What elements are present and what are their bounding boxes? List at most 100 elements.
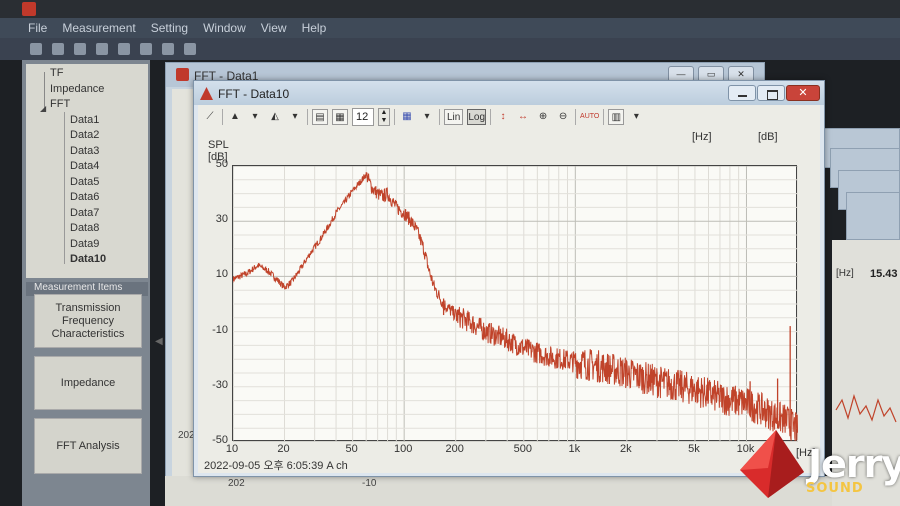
splitter-arrow-icon[interactable]: ◀ bbox=[155, 336, 163, 347]
bottom-background-strip bbox=[165, 476, 832, 506]
bottom-label-fragment: 202 bbox=[228, 478, 245, 489]
main-toolbar bbox=[0, 38, 900, 60]
y-tick-label: 30 bbox=[215, 213, 228, 226]
grid-icon[interactable]: ▦ bbox=[399, 109, 415, 125]
font-size-spinner[interactable]: ▲ ▼ bbox=[378, 108, 390, 126]
new-icon[interactable] bbox=[30, 43, 42, 55]
logo-name: Jerry bbox=[808, 442, 900, 486]
tree-item-data8[interactable]: Data8 bbox=[26, 221, 148, 237]
auto-scale-button[interactable]: AUTO bbox=[580, 109, 599, 125]
marker-icon[interactable]: ◭ bbox=[267, 109, 283, 125]
copy-icon[interactable] bbox=[118, 43, 130, 55]
fft-window-icon bbox=[200, 87, 213, 100]
bottom-tick-fragment: -10 bbox=[362, 478, 377, 489]
x-tick-label: 500 bbox=[513, 443, 532, 455]
fft-spectrum-chart bbox=[233, 166, 798, 442]
cursor-icon[interactable]: ⟋ bbox=[202, 109, 218, 125]
toolbar-separator bbox=[439, 109, 440, 125]
window-data1-icon bbox=[176, 68, 189, 81]
log-scale-button[interactable]: Log bbox=[467, 109, 487, 125]
tree-item-data4[interactable]: Data4 bbox=[26, 159, 148, 175]
tree-item-data7[interactable]: Data7 bbox=[26, 206, 148, 222]
peak-icon[interactable]: ▲ bbox=[227, 109, 243, 125]
impedance-button[interactable]: Impedance bbox=[34, 356, 142, 410]
plot-area[interactable] bbox=[232, 165, 798, 442]
print-icon[interactable] bbox=[140, 43, 152, 55]
x-tick-label: 50 bbox=[345, 443, 358, 455]
y-tick-label: -30 bbox=[212, 378, 228, 391]
tree-item-data2[interactable]: Data2 bbox=[26, 128, 148, 144]
menubar: File Measurement Setting Window View Hel… bbox=[0, 18, 900, 38]
menu-file[interactable]: File bbox=[28, 21, 47, 35]
properties-icon[interactable]: ▤ bbox=[312, 109, 328, 125]
logo-sub: SOUND bbox=[806, 481, 864, 496]
fft-analysis-button[interactable]: FFT Analysis bbox=[34, 418, 142, 474]
minimize-button[interactable] bbox=[728, 85, 756, 101]
maximize-button[interactable] bbox=[757, 85, 785, 101]
tree-item-data3[interactable]: Data3 bbox=[26, 144, 148, 160]
tree-item-data1[interactable]: Data1 bbox=[26, 113, 148, 129]
cursor-unit-db: [dB] bbox=[758, 131, 778, 143]
tree-item-data9[interactable]: Data9 bbox=[26, 237, 148, 253]
lin-scale-button[interactable]: Lin bbox=[444, 109, 464, 125]
left-panel: ◢ TF Impedance FFT Data1 Data2 Data3 Dat… bbox=[22, 60, 150, 506]
x-tick-label: 1k bbox=[568, 443, 581, 455]
y-tick-label: -10 bbox=[212, 323, 228, 336]
window-fft-data10: FFT - Data10 ✕ ⟋ ▲ ▾ ◭ ▾ ▤ ▦ 12 ▲ ▼ ▦ ▾ L… bbox=[193, 80, 825, 477]
export-icon[interactable]: ▥ bbox=[608, 109, 625, 125]
transmission-frequency-button[interactable]: Transmission Frequency Characteristics bbox=[34, 294, 142, 348]
y-tick-label: -50 bbox=[212, 434, 228, 446]
zoom-out-icon[interactable]: ⊖ bbox=[555, 109, 571, 125]
horizontal-zoom-icon[interactable]: ↔ bbox=[515, 109, 531, 125]
x-tick-label: 200 bbox=[445, 443, 464, 455]
menu-view[interactable]: View bbox=[261, 21, 287, 35]
app-title-strip bbox=[0, 0, 900, 18]
menu-measurement[interactable]: Measurement bbox=[62, 21, 135, 35]
window-data10-title: FFT - Data10 bbox=[218, 87, 290, 101]
menu-window[interactable]: Window bbox=[203, 21, 246, 35]
cursor-unit-hz: [Hz] bbox=[692, 131, 712, 143]
x-tick-label: 10 bbox=[225, 443, 239, 455]
status-timestamp: 2022-09-05 오후 6:05:39 A ch bbox=[204, 460, 348, 472]
tree-expand-icon[interactable]: ◢ bbox=[40, 104, 46, 113]
tree-item-data6[interactable]: Data6 bbox=[26, 190, 148, 206]
window-data10-client: ⟋ ▲ ▾ ◭ ▾ ▤ ▦ 12 ▲ ▼ ▦ ▾ Lin Log ↕ ↔ ⊕ ⊖ … bbox=[198, 105, 820, 473]
tree-item-data5[interactable]: Data5 bbox=[26, 175, 148, 191]
tree-connector-children bbox=[64, 112, 65, 264]
font-icon[interactable]: ▦ bbox=[332, 109, 348, 125]
toolbar-separator bbox=[307, 109, 308, 125]
dropdown-arrow-icon[interactable]: ▾ bbox=[628, 109, 644, 125]
toolbar-separator bbox=[603, 109, 605, 125]
record-icon[interactable] bbox=[74, 43, 86, 55]
tree-item-data10[interactable]: Data10 bbox=[26, 252, 148, 268]
x-tick-label: 20 bbox=[277, 443, 290, 455]
y-tick-label: 50 bbox=[215, 158, 228, 170]
toolbar-separator bbox=[394, 109, 395, 125]
dropdown-arrow-icon[interactable]: ▾ bbox=[247, 109, 263, 125]
stacked-window-4 bbox=[846, 192, 900, 240]
zoom-in-icon[interactable]: ⊕ bbox=[535, 109, 551, 125]
vertical-zoom-icon[interactable]: ↕ bbox=[495, 109, 511, 125]
x-tick-label: 2k bbox=[620, 443, 632, 455]
toolbar-separator bbox=[490, 109, 492, 125]
dropdown-arrow-icon[interactable]: ▾ bbox=[287, 109, 303, 125]
y-tick-label: 10 bbox=[215, 268, 228, 281]
font-size-input[interactable]: 12 bbox=[352, 108, 374, 126]
toolbar-separator bbox=[222, 109, 223, 125]
right-frequency-value: 15.43 bbox=[870, 268, 898, 280]
close-button[interactable]: ✕ bbox=[786, 85, 820, 101]
wand-icon[interactable] bbox=[184, 43, 196, 55]
graph-toolbar: ⟋ ▲ ▾ ◭ ▾ ▤ ▦ 12 ▲ ▼ ▦ ▾ Lin Log ↕ ↔ ⊕ ⊖ … bbox=[198, 105, 820, 129]
tree-view: ◢ TF Impedance FFT Data1 Data2 Data3 Dat… bbox=[26, 64, 148, 278]
app-logo-icon bbox=[22, 2, 36, 16]
dropdown-arrow-icon[interactable]: ▾ bbox=[419, 109, 435, 125]
menu-setting[interactable]: Setting bbox=[151, 21, 188, 35]
x-tick-label: 5k bbox=[688, 443, 700, 455]
window-data10-caption[interactable]: FFT - Data10 ✕ bbox=[194, 81, 824, 105]
tool-icon[interactable] bbox=[162, 43, 174, 55]
x-tick-label: 100 bbox=[393, 443, 413, 455]
save-icon[interactable] bbox=[96, 43, 108, 55]
play-icon[interactable] bbox=[52, 43, 64, 55]
menu-help[interactable]: Help bbox=[302, 21, 327, 35]
toolbar-separator bbox=[575, 109, 577, 125]
